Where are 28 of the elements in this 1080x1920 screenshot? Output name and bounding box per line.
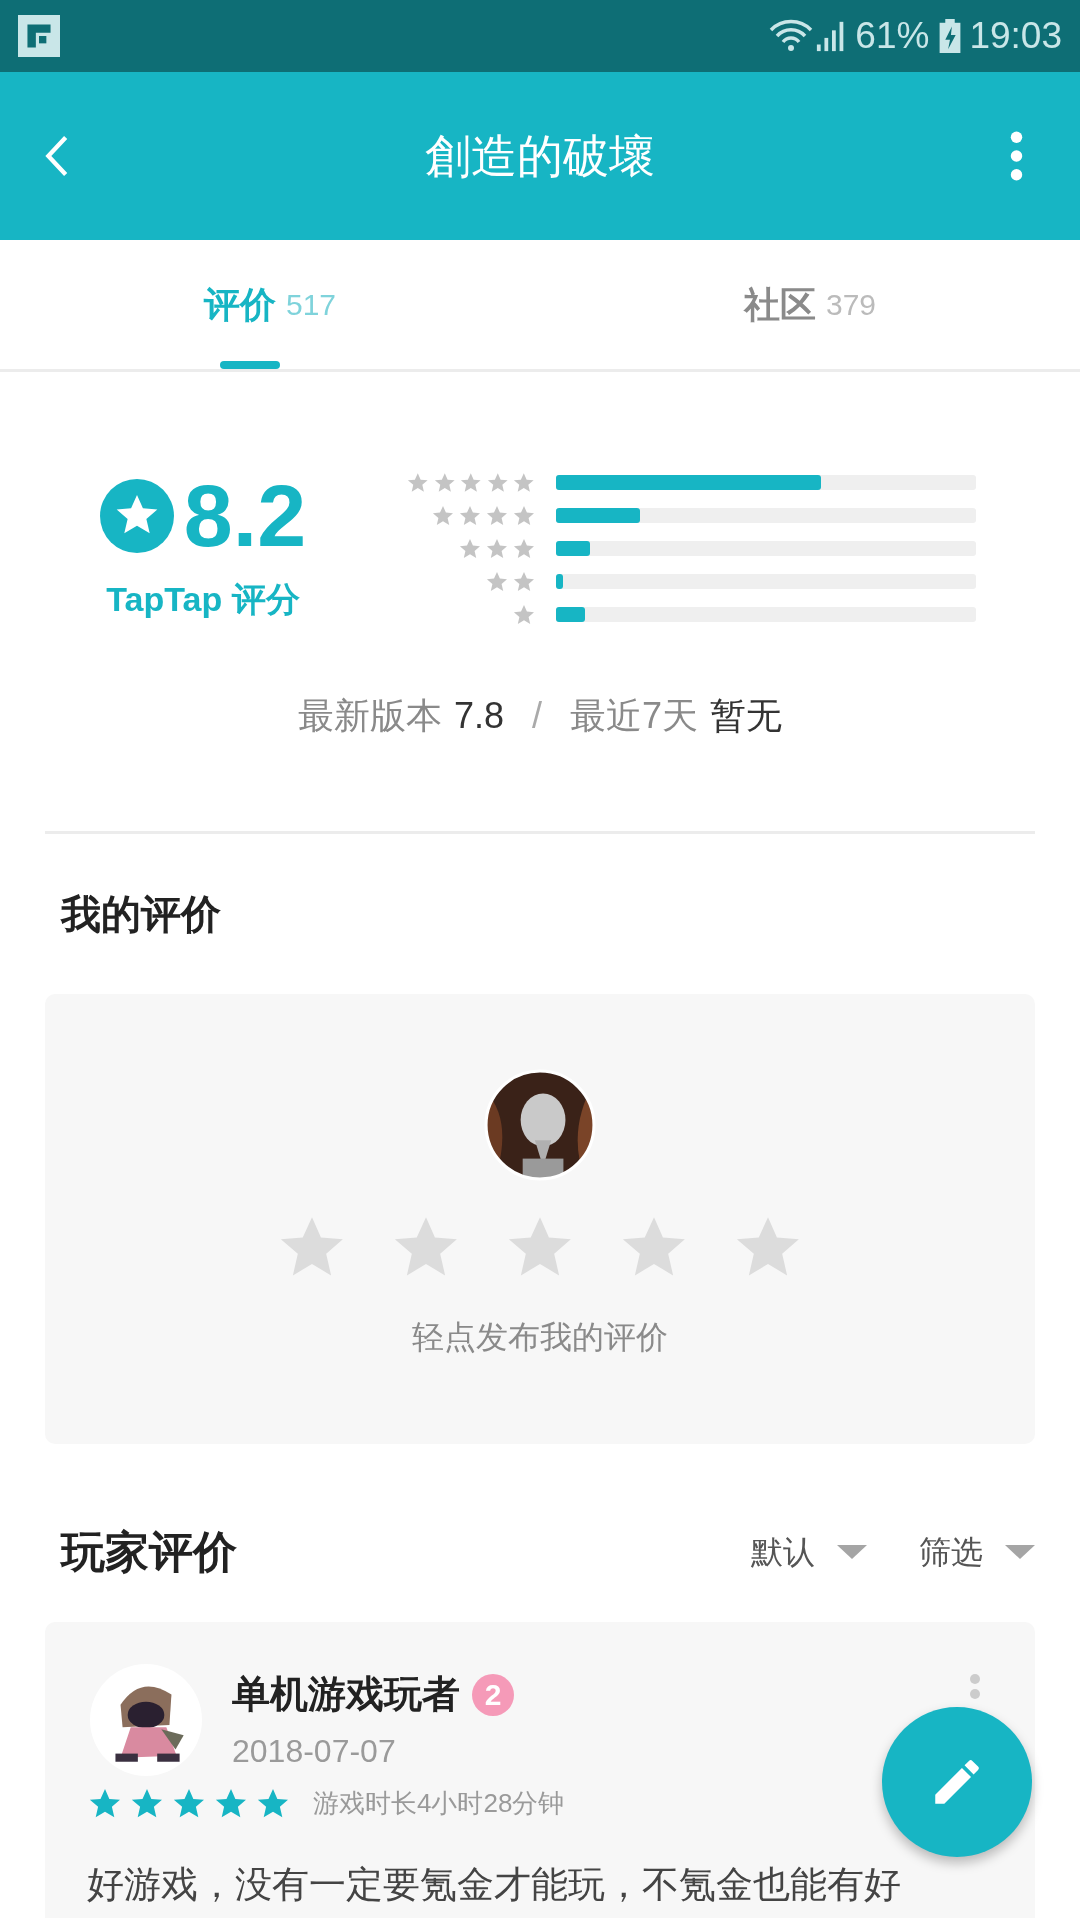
review-date: 2018-07-07 [232, 1732, 397, 1771]
play-time: 游戏时长4小时28分钟 [313, 1787, 565, 1820]
clock: 19:03 [969, 14, 1062, 59]
author-name[interactable]: 单机游戏玩者 [232, 1666, 460, 1723]
latest-version-label: 最新版本 [297, 694, 442, 738]
section-heading: 玩家评价 [61, 1526, 238, 1578]
rating-brand: TapTap 评分 [106, 579, 300, 620]
review-text: 好游戏，没有一定要氪金才能玩，不氪金也能有好 [87, 1863, 902, 1907]
section-heading: 我的评价 [61, 892, 221, 936]
rating-score: 8.2 [183, 472, 307, 560]
latest-version-score: 7.8 [453, 694, 504, 738]
filter-dropdown[interactable]: 筛选 [919, 1528, 1035, 1576]
app-bar-title: 創造的破壞 [425, 128, 655, 184]
star-badge-icon [99, 479, 174, 553]
battery-charging-icon [939, 19, 962, 53]
wifi-icon [769, 18, 814, 54]
dropdown-caret-icon [837, 1545, 867, 1559]
recent-label: 最近7天 [570, 694, 699, 738]
app-notification-icon [18, 15, 60, 57]
dropdown-caret-icon [1005, 1545, 1035, 1559]
separator: / [532, 694, 542, 738]
battery-percent: 61% [855, 14, 930, 59]
rating-hint: 轻点发布我的评价 [412, 1318, 668, 1357]
more-icon [1009, 131, 1023, 181]
recent-score: 暂无 [710, 694, 783, 738]
level-badge: 2 [472, 1673, 514, 1716]
sort-dropdown[interactable]: 默认 [751, 1528, 867, 1576]
back-icon [44, 134, 70, 178]
